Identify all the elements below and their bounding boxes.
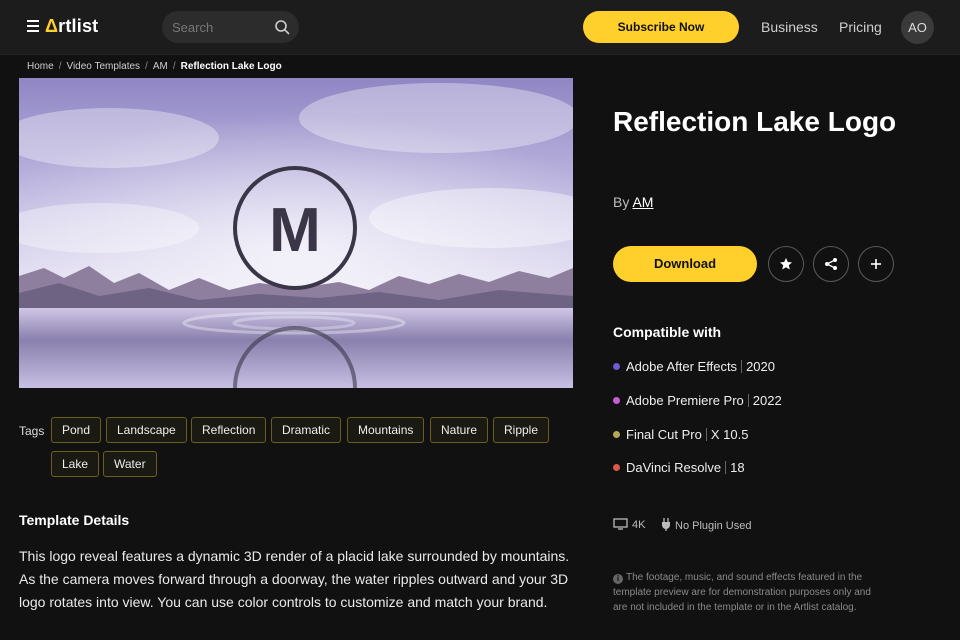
preview-image: M [19, 78, 573, 388]
share-button[interactable] [813, 246, 849, 282]
tags-label: Tags [19, 424, 45, 438]
top-navigation-bar: Δrtlist Subscribe Now Business Pricing A… [0, 0, 960, 55]
author-link[interactable]: AM [632, 194, 653, 210]
compat-app-name: Final Cut Pro [626, 427, 702, 442]
compatible-with-heading: Compatible with [613, 324, 722, 340]
divider [747, 394, 749, 407]
compat-after-effects: Adobe After Effects 2020 [613, 359, 775, 374]
app-color-dot [613, 464, 620, 471]
tag-ripple[interactable]: Ripple [493, 417, 550, 443]
video-preview[interactable]: M [19, 78, 573, 388]
preview-logo-letter: M [269, 196, 321, 265]
compat-app-name: Adobe Premiere Pro [626, 393, 744, 408]
nav-pricing-link[interactable]: Pricing [839, 19, 882, 35]
compat-app-version: X 10.5 [710, 427, 749, 442]
tag-water[interactable]: Water [103, 451, 157, 477]
divider [725, 461, 727, 474]
divider [705, 428, 707, 441]
breadcrumb-separator: / [172, 61, 176, 72]
template-description: This logo reveal features a dynamic 3D r… [19, 548, 570, 610]
plug-icon [662, 518, 670, 531]
breadcrumb-video-templates[interactable]: Video Templates [66, 61, 140, 72]
spec-plugin: No Plugin Used [661, 518, 751, 532]
download-button[interactable]: Download [613, 246, 757, 282]
compat-premiere-pro: Adobe Premiere Pro 2022 [613, 393, 782, 408]
compat-app-name: Adobe After Effects [626, 359, 738, 374]
tag-lake[interactable]: Lake [51, 451, 100, 477]
app-color-dot [613, 431, 620, 438]
disclaimer-note: i The footage, music, and sound effects f… [613, 570, 873, 615]
tag-pond[interactable]: Pond [51, 417, 102, 443]
tag-reflection[interactable]: Reflection [191, 417, 267, 443]
search-box[interactable] [162, 11, 299, 43]
monitor-icon [613, 518, 628, 530]
tag-landscape[interactable]: Landscape [106, 417, 187, 443]
search-icon[interactable] [274, 19, 290, 35]
share-icon [825, 258, 837, 270]
favorite-button[interactable] [768, 246, 804, 282]
tag-mountains[interactable]: Mountains [347, 417, 425, 443]
breadcrumb-home[interactable]: Home [27, 61, 54, 72]
breadcrumb-current: Reflection Lake Logo [180, 61, 282, 72]
plugin-value: No Plugin Used [675, 520, 752, 532]
divider [741, 360, 743, 373]
compat-app-name: DaVinci Resolve [626, 460, 722, 475]
breadcrumb-separator: / [58, 61, 62, 72]
compat-final-cut-pro: Final Cut Pro X 10.5 [613, 427, 748, 442]
info-icon: i [613, 574, 623, 584]
spec-resolution: 4K [613, 518, 645, 531]
resolution-value: 4K [632, 519, 646, 531]
breadcrumb-author[interactable]: AM [153, 61, 168, 72]
by-label: By [613, 194, 630, 210]
subscribe-now-button[interactable]: Subscribe Now [583, 11, 739, 43]
artlist-logo[interactable]: Δrtlist [45, 16, 98, 37]
compat-app-version: 2022 [752, 393, 782, 408]
app-color-dot [613, 363, 620, 370]
breadcrumb-separator: / [145, 61, 148, 72]
page-title: Reflection Lake Logo [613, 106, 897, 137]
disclaimer-text: The footage, music, and sound effects fe… [613, 572, 871, 613]
compat-app-version: 18 [730, 460, 745, 475]
compat-app-version: 2020 [746, 359, 775, 374]
star-icon [780, 258, 792, 270]
plus-icon [871, 259, 881, 269]
compat-davinci-resolve: DaVinci Resolve 18 [613, 460, 745, 475]
user-avatar[interactable]: AO [901, 11, 934, 44]
app-color-dot [613, 397, 620, 404]
author-line: By AM [613, 194, 653, 210]
tag-nature[interactable]: Nature [430, 417, 489, 443]
template-details-heading: Template Details [19, 512, 130, 528]
add-to-collection-button[interactable] [858, 246, 894, 282]
tag-dramatic[interactable]: Dramatic [271, 417, 342, 443]
nav-business-link[interactable]: Business [761, 19, 818, 35]
search-input[interactable] [172, 17, 268, 37]
hamburger-menu-icon[interactable] [27, 20, 39, 32]
breadcrumb: Home / Video Templates / AM / Reflection Lake … [27, 61, 282, 72]
